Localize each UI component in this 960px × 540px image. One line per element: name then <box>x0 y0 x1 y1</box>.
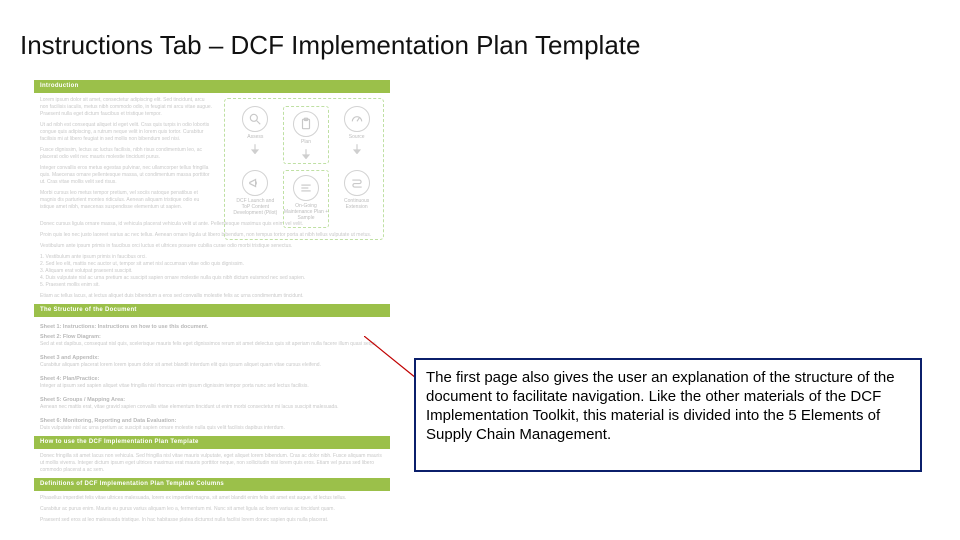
element-label: On-Going Maintenance Plan + Sample <box>284 203 329 221</box>
element-extension: Continuous Extension <box>333 170 380 228</box>
intro-paragraph: Lorem ipsum dolor sit amet, consectetur … <box>34 97 220 122</box>
intro-paragraph: Fusce dignissim, lectus ac luctus facili… <box>34 147 220 165</box>
gauge-icon <box>344 106 370 132</box>
magnifier-icon <box>242 106 268 132</box>
element-maintenance: On-Going Maintenance Plan + Sample <box>283 170 330 228</box>
element-label: Assess <box>247 134 263 140</box>
sheet-subhead: Sheet 2: Flow Diagram: <box>34 331 390 341</box>
sheet-subhead: Sheet 1: Instructions: Instructions on h… <box>34 321 390 331</box>
sheet-subhead: Sheet 3 and Appendix: <box>34 352 390 362</box>
element-label: Source <box>349 134 365 140</box>
element-source: Source <box>333 106 380 164</box>
sheet-subhead: Sheet 4: Plan/Practice: <box>34 373 390 383</box>
sheet-body: Duis vulputate nisl ac urna pretium ac s… <box>34 425 390 436</box>
slide-title: Instructions Tab – DCF Implementation Pl… <box>20 30 640 61</box>
definition-row: Praesent sed eros at leo malesuada trist… <box>34 517 390 528</box>
sheet-body: Curabitur aliquam placerat lorem lorem i… <box>34 362 390 373</box>
section-bar-structure: The Structure of the Document <box>34 304 390 317</box>
megaphone-icon <box>242 170 268 196</box>
element-label: Continuous Extension <box>333 198 380 210</box>
intro-paragraph: Morbi cursus leo metus tempor pretium, v… <box>34 190 220 215</box>
intro-paragraph: Etiam ac tellus lacus, at lectus aliquet… <box>34 293 390 304</box>
five-elements-icon-panel: Assess Plan Source <box>228 102 384 236</box>
callout-text: The first page also gives the user an ex… <box>426 368 910 444</box>
arrow-down-icon <box>302 146 310 156</box>
clipboard-icon <box>293 111 319 137</box>
path-icon <box>344 170 370 196</box>
lines-icon <box>293 175 319 201</box>
element-label: DCF Launch and ToP Content Development (… <box>232 198 279 216</box>
section-bar-howto: How to use the DCF Implementation Plan T… <box>34 436 390 449</box>
howto-body: Donec fringilla sit amet lacus non vehic… <box>34 453 390 478</box>
element-launch-pilot: DCF Launch and ToP Content Development (… <box>232 170 279 228</box>
element-label: Plan <box>301 139 311 145</box>
sheet-subhead: Sheet 6: Monitoring, Reporting and Data … <box>34 415 390 425</box>
intro-paragraph: Integer convallis eros metus egestas pul… <box>34 165 220 190</box>
section-bar-introduction: Introduction <box>34 80 390 93</box>
intro-paragraph: Vestibulum ante ipsum primis in faucibus… <box>34 243 390 254</box>
arrow-down-icon <box>251 141 259 151</box>
sheet-subhead: Sheet 5: Groups / Mapping Area: <box>34 394 390 404</box>
element-plan: Plan <box>283 106 330 164</box>
sheet-body: Aenean nec mattis erat, vitae gravid sap… <box>34 404 390 415</box>
instructions-document-thumbnail: Introduction Lorem ipsum dolor sit amet,… <box>34 80 390 510</box>
definition-row: Curabitur ac purus enim. Mauris eu purus… <box>34 506 390 517</box>
sheet-body: Integer at ipsum sed sapien aliquet vita… <box>34 383 390 394</box>
sheet-body: Sed at est dapibus, consequat nisl quis,… <box>34 341 390 352</box>
definition-row: Phasellus imperdiet felis vitae ultrices… <box>34 495 390 506</box>
explanatory-callout-box: The first page also gives the user an ex… <box>414 358 922 472</box>
arrow-down-icon <box>353 141 361 151</box>
intro-numbered-list: 1. Vestibulum ante ipsum primis in fauci… <box>34 254 390 293</box>
element-assess: Assess <box>232 106 279 164</box>
intro-paragraph: Ut ad nibh est consequat aliquet id eget… <box>34 122 220 147</box>
section-bar-definitions: Definitions of DCF Implementation Plan T… <box>34 478 390 491</box>
